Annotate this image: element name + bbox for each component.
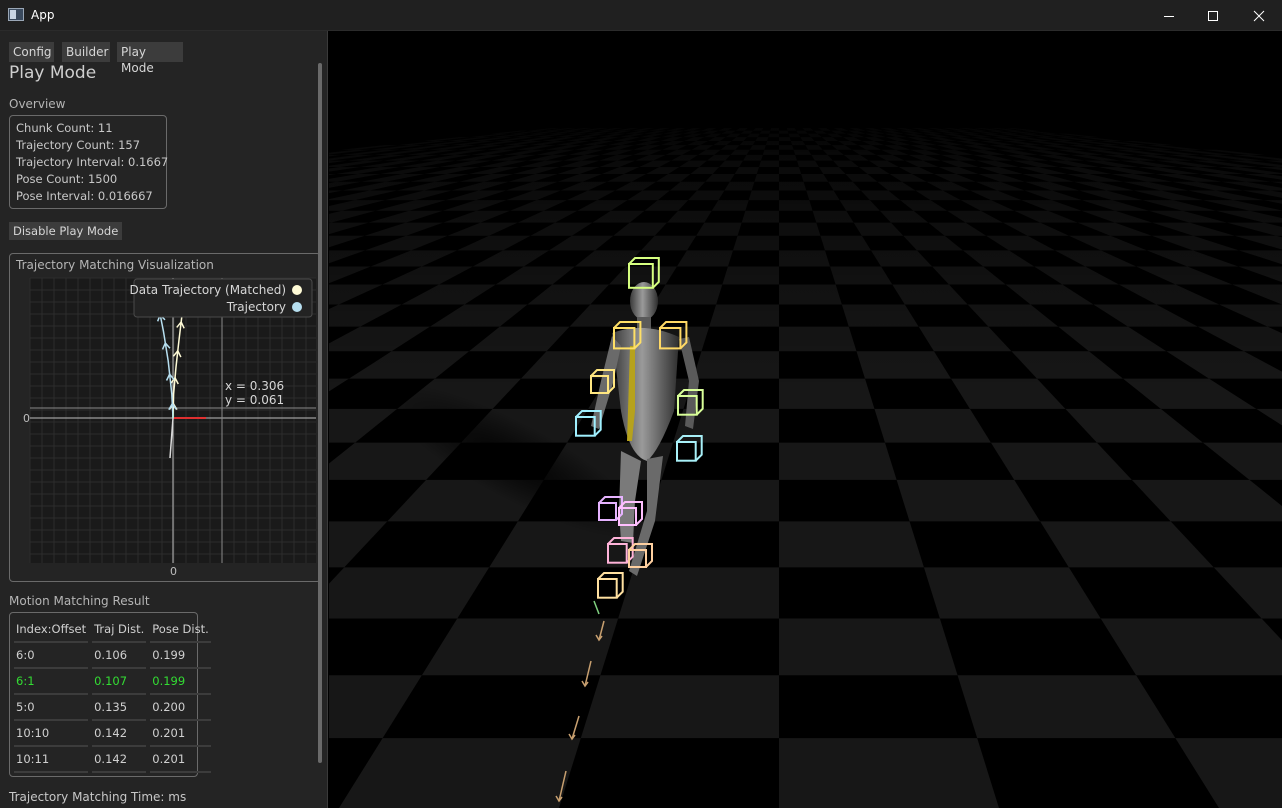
overview-box: Chunk Count: 11 Trajectory Count: 157 Tr… [9,115,169,209]
floor-tile [618,567,779,619]
pose-count: Pose Count: 1500 [16,172,118,186]
floor-tile [1256,408,1282,426]
cube-front-face [676,441,697,462]
app-icon [8,8,24,21]
floor-tile [1175,738,1282,808]
cell-pose-dist: 0.199 [150,643,211,669]
3d-viewport[interactable] [329,31,1282,808]
floor-tile [329,675,422,739]
table-row[interactable]: 10:10 0.142 0.201 [14,721,211,747]
floor-tile [896,479,1041,522]
header-index-offset: Index:Offset [14,617,89,643]
trajectory-count: Trajectory Count: 157 [16,138,141,152]
x-tick-zero: 0 [170,565,177,578]
floor-fog [329,91,1282,391]
floor-tile [329,521,388,568]
floor-tile [648,479,779,522]
floor-tile [874,408,991,443]
header-traj-dist: Traj Dist. [92,617,147,643]
floor-tile [990,442,1132,480]
cell-traj-dist: 0.107 [92,669,147,695]
floor-tile [779,521,924,568]
tab-config[interactable]: Config [9,42,54,62]
table-row[interactable]: 10:11 0.142 0.201 [14,747,211,773]
floor-tile [1065,408,1203,443]
legend-trajectory-swatch [292,302,302,312]
scene-render [329,91,1282,808]
floor-tile [779,442,897,480]
legend-matched-swatch [292,285,302,295]
cube-back-edges [597,572,624,599]
trajectory-visualization-box: Data Trajectory (Matched) Trajectory x =… [9,253,321,582]
floor-tile [779,618,958,676]
floor-tile [1202,442,1282,480]
table-row[interactable]: 6:0 0.106 0.199 [14,643,211,669]
floor-tile [1131,479,1282,522]
tab-builder[interactable]: Builder [62,42,110,62]
trajectory-interval: Trajectory Interval: 0.1667 [16,155,169,169]
floor-tile [421,618,619,676]
maximize-button[interactable] [1190,0,1236,31]
cube-front-face [597,578,618,599]
title-bar: App [0,0,1282,31]
table-row[interactable]: 5:0 0.135 0.200 [14,695,211,721]
tooltip-x: x = 0.306 [225,379,284,393]
panel-title: Play Mode [9,63,97,83]
panel-scrollbar[interactable] [318,63,322,763]
floor-tile [329,567,490,619]
overview-label: Overview [9,97,66,111]
cell-index-offset: 6:0 [14,643,89,669]
tab-play-mode[interactable]: Play Mode [117,42,183,75]
legend-matched-label: Data Trajectory (Matched) [129,283,286,297]
maximize-icon [1208,10,1218,21]
floor-tile [1100,618,1282,676]
table-row[interactable]: 6:1 0.107 0.199 [14,669,211,695]
side-panel: Config Builder Play Mode Play Mode Overv… [0,31,328,808]
floor-tile [1213,567,1282,619]
pose-interval: Pose Interval: 0.016667 [16,189,153,203]
matching-time-label: Trajectory Matching Time: ms [9,790,187,804]
chunk-count: Chunk Count: 11 [16,121,113,135]
cell-index-offset: 5:0 [14,695,89,721]
disable-play-mode-button[interactable]: Disable Play Mode [9,222,123,240]
floor-tile [923,567,1101,619]
cell-traj-dist: 0.142 [92,747,147,773]
motion-matching-table: Index:Offset Traj Dist. Pose Dist. 6:0 0.… [14,617,211,773]
y-tick-zero: 0 [23,412,30,425]
floor-tile [957,675,1176,739]
cell-traj-dist: 0.135 [92,695,147,721]
cell-pose-dist: 0.200 [150,695,211,721]
cell-index-offset: 10:11 [14,747,89,773]
legend-trajectory-label: Trajectory [226,300,286,314]
motion-matching-box: Index:Offset Traj Dist. Pose Dist. 6:0 0.… [9,612,211,777]
motion-matching-label: Motion Matching Result [9,594,150,608]
floor-tile [580,675,779,739]
cell-index-offset: 10:10 [14,721,89,747]
floor-tile [1040,521,1214,568]
cell-pose-dist: 0.201 [150,747,211,773]
table-header-row: Index:Offset Traj Dist. Pose Dist. [14,617,211,643]
header-pose-dist: Pose Dist. [150,617,211,643]
window-title: App [31,8,55,22]
floor-tile [779,738,999,808]
floor-tile [329,408,398,443]
joint-marker-cube [597,572,624,599]
cell-traj-dist: 0.142 [92,721,147,747]
minimize-icon [1164,15,1174,17]
current-direction-arrow [593,600,600,615]
tooltip-y: y = 0.061 [225,393,284,407]
close-icon [1253,10,1265,21]
floor-tile [339,738,581,808]
cell-pose-dist: 0.201 [150,721,211,747]
trajectory-plot[interactable]: Data Trajectory (Matched) Trajectory x =… [10,254,322,583]
visualization-title: Trajectory Matching Visualization [16,258,214,272]
cell-index-offset: 6:1 [14,669,89,695]
cell-pose-dist: 0.199 [150,669,211,695]
minimize-button[interactable] [1146,0,1192,31]
close-button[interactable] [1236,0,1282,31]
cell-traj-dist: 0.106 [92,643,147,669]
